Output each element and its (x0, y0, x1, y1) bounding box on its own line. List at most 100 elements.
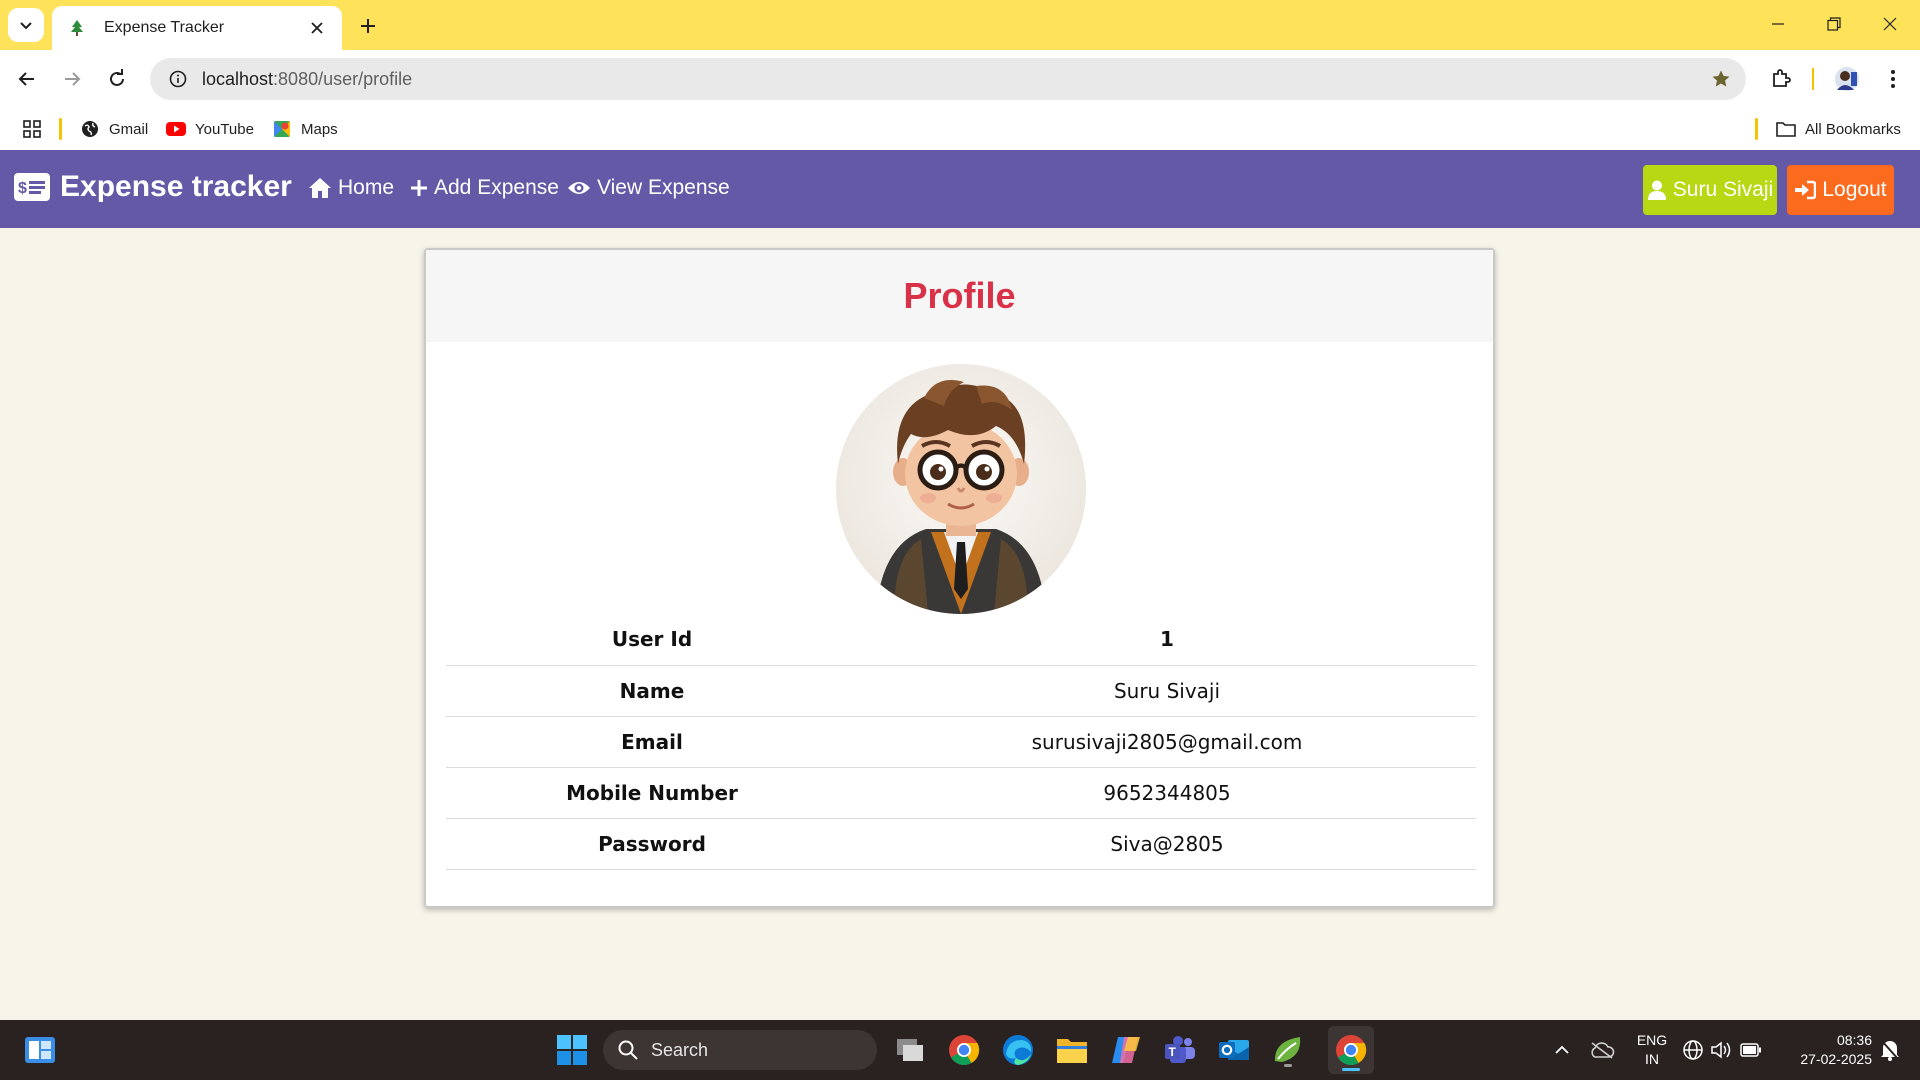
apps-button[interactable] (22, 116, 42, 142)
toolbar-divider (1812, 68, 1814, 90)
brand-title: Expense tracker (60, 170, 292, 203)
widgets-icon (25, 1037, 55, 1063)
globe-icon (80, 119, 100, 139)
profile-details-table: User Id 1 Name Suru Sivaji Email surusiv… (446, 614, 1476, 870)
profile-card: Profile User Id 1 Name Suru Sivaji Email… (424, 248, 1495, 908)
restore-button[interactable] (1814, 6, 1854, 42)
folder-icon (1776, 119, 1796, 139)
widgets-button[interactable] (20, 1030, 60, 1070)
taskbar-spring-tool[interactable] (1268, 1030, 1308, 1070)
battery-icon (1740, 1043, 1761, 1057)
tree-favicon-icon (66, 17, 88, 39)
minimize-icon (1772, 23, 1784, 25)
user-profile-button[interactable]: Suru Sivaji (1643, 165, 1777, 215)
edge-icon (1003, 1035, 1033, 1065)
apps-grid-icon (23, 120, 41, 138)
maps-icon (272, 119, 292, 139)
bookmarks-bar: Gmail YouTube Maps All Bookmarks (0, 108, 1920, 150)
nav-view-expense-link[interactable]: View Expense (567, 176, 730, 200)
new-tab-button[interactable] (352, 10, 384, 42)
nav-home-link[interactable]: Home (308, 176, 394, 200)
taskbar-search[interactable]: Search (603, 1030, 877, 1070)
money-card-icon: $ (14, 173, 50, 201)
bookmark-maps[interactable]: Maps (272, 116, 338, 142)
taskbar-edge[interactable] (998, 1030, 1038, 1070)
onedrive-button[interactable] (1582, 1030, 1622, 1070)
nav-link-label: View Expense (597, 176, 730, 199)
youtube-icon (166, 119, 186, 139)
browser-menu-button[interactable] (1876, 62, 1910, 96)
taskbar-teams[interactable]: T (1160, 1030, 1200, 1070)
plus-icon (410, 176, 428, 200)
brand-link[interactable]: $ Expense tracker (14, 170, 292, 204)
bookmark-label: Maps (301, 120, 338, 138)
show-hidden-icons-button[interactable] (1542, 1030, 1582, 1070)
svg-text:$: $ (18, 180, 27, 197)
taskbar-copilot[interactable] (1106, 1030, 1146, 1070)
language-code: ENG (1636, 1032, 1668, 1048)
start-button[interactable] (552, 1030, 592, 1070)
back-button[interactable] (10, 62, 44, 96)
taskbar-chrome[interactable] (944, 1030, 984, 1070)
clock[interactable]: 08:36 27-02-2025 (1780, 1031, 1872, 1069)
eye-icon (567, 176, 591, 200)
minimize-button[interactable] (1758, 6, 1798, 42)
language-indicator[interactable]: ENG IN (1630, 1031, 1674, 1069)
all-bookmarks-button[interactable]: All Bookmarks (1776, 116, 1901, 142)
quick-settings-button[interactable] (1678, 1030, 1766, 1070)
logout-button-label: Logout (1822, 178, 1887, 201)
profile-card-header: Profile (426, 250, 1493, 342)
clock-date: 27-02-2025 (1800, 1051, 1872, 1067)
running-indicator (1284, 1064, 1292, 1067)
region-code: IN (1645, 1051, 1659, 1067)
browser-tab-active[interactable]: Expense Tracker (52, 6, 342, 50)
bookmark-star-icon[interactable] (1708, 66, 1734, 92)
table-row: Password Siva@2805 (446, 818, 1476, 870)
active-indicator (1342, 1068, 1360, 1071)
task-view-icon (897, 1039, 923, 1061)
page-title: Profile (903, 275, 1016, 316)
taskbar-file-explorer[interactable] (1052, 1030, 1092, 1070)
address-bar[interactable]: localhost:8080/user/profile (150, 58, 1746, 100)
bookmark-gmail[interactable]: Gmail (80, 116, 148, 142)
close-window-button[interactable] (1870, 6, 1910, 42)
password-value: Siva@2805 (858, 818, 1476, 870)
mobile-number-value: 9652344805 (858, 767, 1476, 819)
all-bookmarks-label: All Bookmarks (1805, 120, 1901, 138)
table-row: Email surusivaji2805@gmail.com (446, 716, 1476, 768)
profile-avatar-button[interactable] (1830, 62, 1864, 96)
taskbar-outlook[interactable] (1214, 1030, 1254, 1070)
table-row: Name Suru Sivaji (446, 665, 1476, 717)
email-value: surusivaji2805@gmail.com (858, 716, 1476, 768)
windows-logo-icon (557, 1035, 587, 1065)
email-label: Email (446, 716, 858, 768)
tab-search-button[interactable] (8, 8, 44, 42)
notifications-button[interactable] (1870, 1030, 1910, 1070)
password-label: Password (446, 818, 858, 870)
url-text: localhost:8080/user/profile (202, 69, 412, 90)
logout-button[interactable]: Logout (1787, 165, 1894, 215)
search-icon (617, 1039, 639, 1061)
close-icon (1883, 17, 1897, 31)
reload-button[interactable] (100, 62, 134, 96)
site-info-icon[interactable] (158, 59, 198, 99)
nav-add-expense-link[interactable]: Add Expense (410, 176, 559, 200)
forward-button[interactable] (55, 62, 89, 96)
cloud-off-icon (1591, 1042, 1615, 1059)
bookmark-youtube[interactable]: YouTube (166, 116, 254, 142)
volume-icon (1711, 1041, 1731, 1059)
extensions-button[interactable] (1764, 62, 1798, 96)
clock-time: 08:36 (1836, 1032, 1872, 1048)
browser-tab-strip: Expense Tracker (0, 0, 1920, 50)
app-navbar: $ Expense tracker Home Add Expense View … (0, 150, 1920, 228)
task-view-button[interactable] (890, 1030, 930, 1070)
close-tab-icon[interactable] (306, 17, 328, 39)
taskbar-chrome-active[interactable] (1328, 1026, 1374, 1074)
arrow-left-icon (18, 72, 34, 86)
nav-link-label: Home (338, 176, 395, 199)
url-path: :8080/user/profile (273, 68, 413, 89)
network-globe-icon (1683, 1040, 1703, 1060)
bookmark-separator (1755, 118, 1758, 140)
search-placeholder: Search (651, 1039, 709, 1060)
puzzle-icon (1773, 69, 1791, 87)
